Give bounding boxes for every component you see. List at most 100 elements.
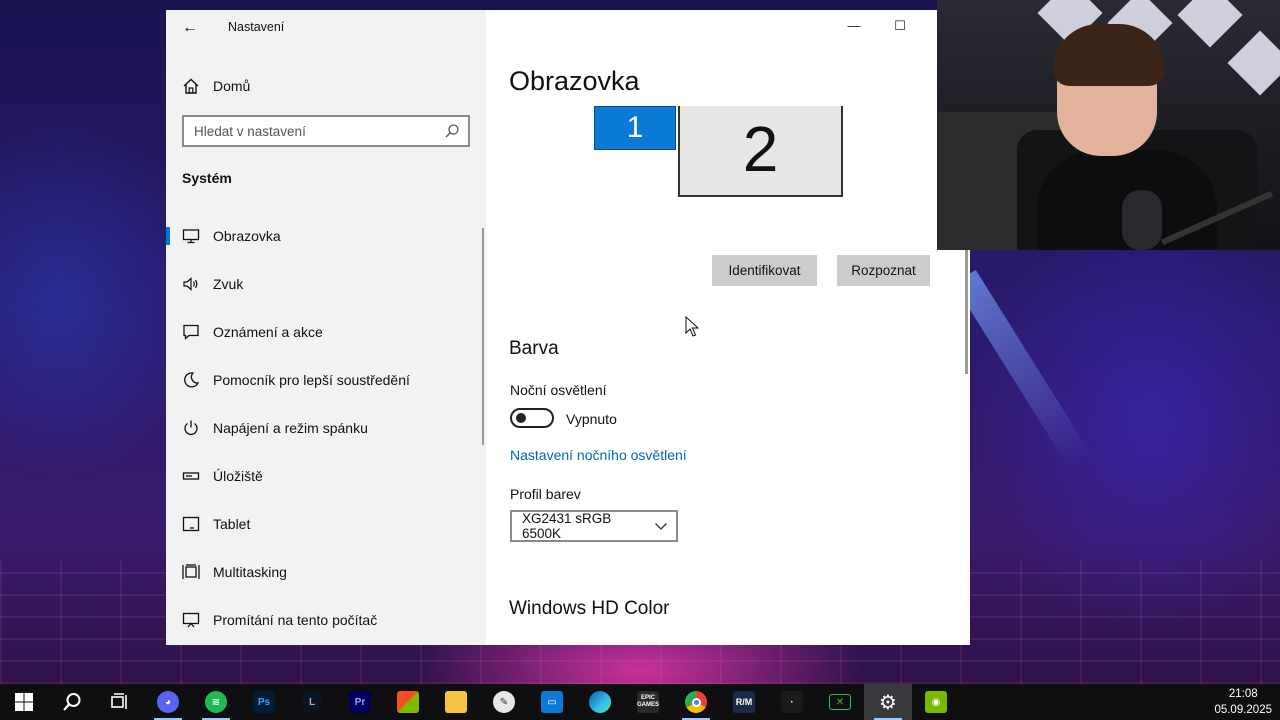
nav-item-label: Zvuk: [213, 276, 244, 292]
person-hair: [1053, 24, 1165, 86]
dark-app-icon: ·: [781, 691, 803, 713]
taskbar-file-explorer[interactable]: [432, 684, 480, 720]
app-title: Nastavení: [228, 20, 285, 34]
wallpaper-light-beam: [953, 269, 1093, 471]
nav-item-label: Úložiště: [213, 468, 263, 484]
taskbar-spotify[interactable]: ≋: [192, 684, 240, 720]
nav-item-label: Multitasking: [213, 564, 287, 580]
home-link[interactable]: Domů: [182, 74, 250, 98]
search-placeholder: Hledat v nastavení: [194, 123, 306, 139]
chrome-icon: [685, 691, 707, 713]
nav-item-tablet[interactable]: Tablet: [166, 500, 486, 548]
multitasking-icon: [182, 564, 200, 579]
color-profile-value: XG2431 sRGB 6500K: [522, 511, 612, 541]
taskbar-league-of-legends[interactable]: L: [288, 684, 336, 720]
microsoft-store-icon: [397, 691, 419, 713]
blue-app-icon: ▭: [541, 691, 563, 713]
home-label: Domů: [213, 78, 251, 94]
search-icon: [445, 124, 459, 138]
nvidia-icon: ◉: [925, 691, 947, 713]
taskbar: ◕ ≋ Ps L Pr ✎ ▭ EPIC GAMES R/M · ✕ ⚙ ◉ 2…: [0, 684, 1280, 720]
storage-icon: [182, 472, 200, 480]
taskbar-microsoft-store[interactable]: [384, 684, 432, 720]
display-settings-content: — ☐ Obrazovka 2 1 Identifikovat Rozpozna…: [486, 10, 970, 645]
taskbar-premiere-pro[interactable]: Pr: [336, 684, 384, 720]
taskbar-edge[interactable]: [576, 684, 624, 720]
xbox-app-icon: ✕: [829, 694, 851, 710]
color-profile-select[interactable]: XG2431 sRGB 6500K: [510, 510, 678, 542]
page-title: Obrazovka: [509, 66, 640, 96]
taskbar-nvidia[interactable]: ◉: [912, 684, 960, 720]
nav-item-multitasking[interactable]: Multitasking: [166, 548, 486, 596]
nav-item-label: Obrazovka: [213, 228, 281, 244]
tablet-icon: [182, 516, 200, 532]
night-light-label: Noční osvětlení: [510, 382, 607, 398]
webcam-overlay: [937, 0, 1280, 250]
power-icon: [184, 420, 198, 435]
minimize-icon[interactable]: —: [844, 16, 864, 36]
projecting-icon: [182, 612, 200, 628]
night-light-state: Vypnuto: [566, 411, 617, 427]
notification-icon: [183, 324, 199, 340]
back-arrow-icon[interactable]: ←: [180, 18, 200, 38]
taskbar-xbox-app[interactable]: ✕: [816, 684, 864, 720]
toggle-knob: [516, 413, 526, 423]
color-profile-label: Profil barev: [510, 486, 581, 502]
night-light-settings-link[interactable]: Nastavení nočního osvětlení: [510, 447, 687, 463]
taskbar-app-dark[interactable]: ·: [768, 684, 816, 720]
wall-light-panel: [1227, 30, 1280, 96]
detect-button[interactable]: Rozpoznat: [837, 255, 930, 286]
task-view-button[interactable]: [96, 684, 144, 720]
nav-item-focus-assist[interactable]: Pomocník pro lepší soustředění: [166, 356, 486, 404]
taskbar-epic-games[interactable]: EPIC GAMES: [624, 684, 672, 720]
rm-app-icon: R/M: [733, 691, 755, 713]
chevron-down-icon: [655, 523, 667, 530]
taskbar-rm-app[interactable]: R/M: [720, 684, 768, 720]
task-view-icon: [111, 693, 127, 709]
taskbar-photoshop[interactable]: Ps: [240, 684, 288, 720]
taskbar-settings[interactable]: ⚙: [864, 684, 912, 720]
taskbar-discord[interactable]: ◕: [144, 684, 192, 720]
nav-item-projecting[interactable]: Promítání na tento počítač: [166, 596, 486, 644]
nav-item-display[interactable]: Obrazovka: [166, 212, 486, 260]
settings-search-input[interactable]: Hledat v nastavení: [182, 115, 470, 147]
taskbar-paint[interactable]: ✎: [480, 684, 528, 720]
moon-icon: [184, 372, 200, 388]
settings-window: ← Nastavení Domů Hledat v nastavení Syst…: [166, 10, 970, 645]
window-controls: — ☐: [844, 16, 910, 36]
identify-button[interactable]: Identifikovat: [712, 255, 817, 286]
sidebar-scrollbar[interactable]: [482, 228, 484, 445]
edge-icon: [589, 691, 611, 713]
nav-item-label: Pomocník pro lepší soustředění: [213, 372, 410, 388]
night-light-toggle[interactable]: [510, 408, 554, 428]
nav-item-label: Tablet: [213, 516, 251, 532]
nav-item-storage[interactable]: Úložiště: [166, 452, 486, 500]
speaker-icon: [183, 277, 198, 291]
section-title: Systém: [182, 170, 232, 186]
content-scrollbar[interactable]: [965, 250, 968, 374]
photoshop-icon: Ps: [253, 691, 275, 713]
hd-color-heading: Windows HD Color: [509, 598, 670, 619]
nav-item-sound[interactable]: Zvuk: [166, 260, 486, 308]
spotify-icon: ≋: [205, 691, 227, 713]
wall-light-panel: [1177, 0, 1243, 48]
start-button[interactable]: [0, 684, 48, 720]
monitor-2-tile[interactable]: 2: [678, 106, 843, 197]
taskbar-search-button[interactable]: [48, 684, 96, 720]
taskbar-app-blue[interactable]: ▭: [528, 684, 576, 720]
nav-item-notifications[interactable]: Oznámení a akce: [166, 308, 486, 356]
color-heading: Barva: [509, 338, 559, 359]
maximize-icon[interactable]: ☐: [890, 16, 910, 36]
monitor-1-tile[interactable]: 1: [594, 106, 676, 150]
league-of-legends-icon: L: [301, 691, 323, 713]
nav-item-power-sleep[interactable]: Napájení a režim spánku: [166, 404, 486, 452]
search-icon: [63, 693, 81, 711]
microphone: [1122, 190, 1162, 250]
system-nav-list: Obrazovka Zvuk Oznámení a akce Pomocník …: [166, 212, 486, 644]
home-icon: [183, 78, 199, 94]
clock-date: 05.09.2025: [1214, 704, 1272, 716]
settings-sidebar: ← Nastavení Domů Hledat v nastavení Syst…: [166, 10, 486, 645]
system-clock[interactable]: 21:08 05.09.2025: [1214, 686, 1272, 718]
mouse-cursor-icon: [685, 316, 699, 337]
taskbar-chrome[interactable]: [672, 684, 720, 720]
